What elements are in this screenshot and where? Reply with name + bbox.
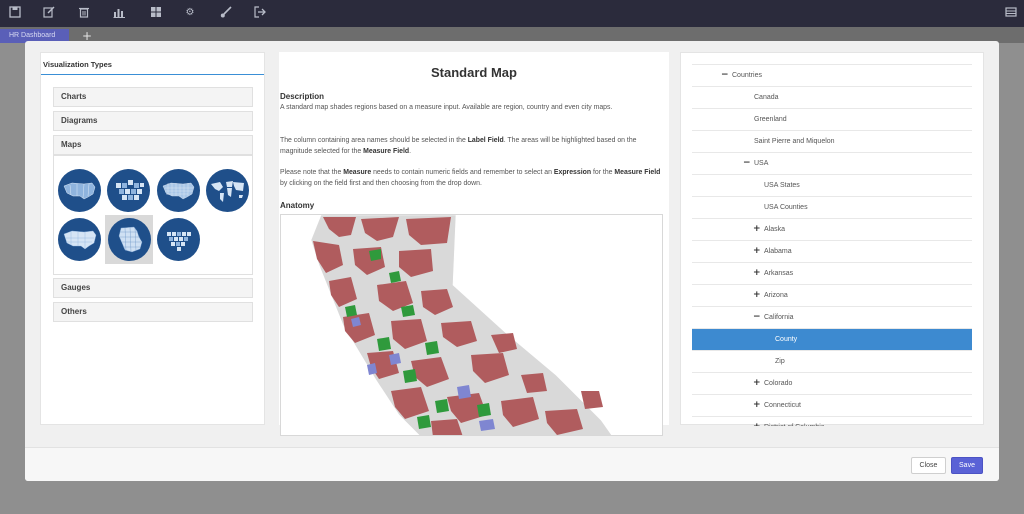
maps-thumbnail-list xyxy=(53,155,253,275)
title-underline xyxy=(41,74,264,75)
panel-icon[interactable] xyxy=(1004,6,1018,20)
tree-node-label: Arkansas xyxy=(764,270,794,277)
section-charts[interactable]: Charts xyxy=(53,87,253,107)
grid-icon[interactable] xyxy=(149,6,163,20)
expand-icon[interactable]: + xyxy=(753,285,761,306)
tree-node[interactable]: + Connecticut xyxy=(692,395,972,417)
top-toolbar: ⚙ xyxy=(0,0,1024,27)
tree-node-label: Connecticut xyxy=(764,402,801,409)
world-map-thumbnail[interactable] xyxy=(206,169,249,212)
close-button[interactable]: Close xyxy=(911,457,946,474)
tree-node-label: Colorado xyxy=(764,380,793,387)
collapse-icon[interactable]: − xyxy=(753,307,761,328)
tree-node-label: USA xyxy=(754,160,769,167)
anatomy-heading: Anatomy xyxy=(280,201,315,210)
tree-node[interactable]: USA States xyxy=(692,175,972,197)
us-map-thumbnail[interactable] xyxy=(58,218,101,261)
dialog-footer: Close Save xyxy=(25,447,999,481)
tree-node[interactable]: USA Counties xyxy=(692,197,972,219)
collapse-icon[interactable]: − xyxy=(743,153,751,174)
us-counties-map-thumbnail[interactable] xyxy=(157,169,200,212)
tree-node-label: Countries xyxy=(732,72,762,79)
exit-icon[interactable] xyxy=(253,6,267,20)
state-county-map-thumbnail[interactable] xyxy=(108,218,151,261)
area-tree: − Countries Canada Greenland Saint Pierre an… xyxy=(692,53,972,426)
edit-icon[interactable] xyxy=(42,6,56,20)
tree-node[interactable]: − USA xyxy=(692,153,972,175)
description-paragraph-2: The column containing area names should … xyxy=(280,137,637,155)
section-gauges[interactable]: Gauges xyxy=(53,278,253,298)
tree-node-label: Alabama xyxy=(764,248,792,255)
description-panel: Standard Map Description A standard map … xyxy=(279,52,669,436)
tree-node[interactable]: − Countries xyxy=(692,65,972,87)
tree-node[interactable]: Saint Pierre and Miquelon xyxy=(692,131,972,153)
section-maps[interactable]: Maps xyxy=(53,135,253,155)
tree-node-label: USA Counties xyxy=(764,204,808,211)
tree-node[interactable]: − California xyxy=(692,307,972,329)
tree-node[interactable]: Canada xyxy=(692,87,972,109)
visualization-title: Standard Map xyxy=(431,65,517,80)
save-button[interactable]: Save xyxy=(951,457,983,474)
expand-icon[interactable]: + xyxy=(753,373,761,394)
tree-node[interactable]: +District of Columbia xyxy=(692,417,972,426)
tree-node-label: Saint Pierre and Miquelon xyxy=(754,138,835,145)
expand-icon[interactable]: + xyxy=(753,219,761,240)
anatomy-map-preview xyxy=(280,214,663,436)
expand-icon[interactable]: + xyxy=(753,263,761,284)
tree-node[interactable]: + Arkansas xyxy=(692,263,972,285)
us-tile-map-thumbnail[interactable] xyxy=(107,169,150,212)
panel-title: Visualization Types xyxy=(43,60,112,69)
expand-icon[interactable]: + xyxy=(753,241,761,262)
visualization-types-panel: Visualization Types Charts Diagrams Maps xyxy=(40,52,265,425)
us-states-map-thumbnail[interactable] xyxy=(58,169,101,212)
us-hex-tile-map-thumbnail[interactable] xyxy=(157,218,200,261)
tree-node[interactable]: + Colorado xyxy=(692,373,972,395)
section-diagrams[interactable]: Diagrams xyxy=(53,111,253,131)
area-tree-panel: − Countries Canada Greenland Saint Pierre an… xyxy=(680,52,984,426)
tree-node-label: District of Columbia xyxy=(764,417,825,426)
description-heading: Description xyxy=(280,92,325,101)
description-paragraph-1: A standard map shades regions based on a… xyxy=(280,104,613,111)
tree-node-label: California xyxy=(764,314,794,321)
visualization-dialog: Visualization Types Charts Diagrams Maps xyxy=(25,41,999,481)
tree-node-label: Greenland xyxy=(754,116,787,123)
tree-node-label: County xyxy=(775,336,798,343)
expand-icon[interactable]: + xyxy=(753,395,761,416)
trash-icon[interactable] xyxy=(77,6,91,20)
tree-node-label: Alaska xyxy=(764,226,786,233)
tree-node[interactable] xyxy=(692,53,972,65)
expand-icon[interactable]: + xyxy=(753,417,761,426)
tree-node-label: USA States xyxy=(764,182,800,189)
tree-node-label: Canada xyxy=(754,94,779,101)
tree-node[interactable]: Greenland xyxy=(692,109,972,131)
tree-node[interactable]: Zip xyxy=(692,351,972,373)
tree-node[interactable]: + Arizona xyxy=(692,285,972,307)
description-paragraph-3: Please note that the Measure needs to co… xyxy=(280,169,661,187)
collapse-icon[interactable]: − xyxy=(721,65,729,86)
brush-icon[interactable] xyxy=(219,6,233,20)
tree-node[interactable]: + Alabama xyxy=(692,241,972,263)
tree-node-label: Arizona xyxy=(764,292,788,299)
gear-icon[interactable]: ⚙ xyxy=(183,6,197,20)
tree-node[interactable]: + Alaska xyxy=(692,219,972,241)
tree-node-label: Zip xyxy=(775,358,785,365)
tree-node[interactable]: County xyxy=(692,329,972,351)
bar-chart-icon[interactable] xyxy=(112,6,126,20)
section-others[interactable]: Others xyxy=(53,302,253,322)
save-icon[interactable] xyxy=(8,6,22,20)
